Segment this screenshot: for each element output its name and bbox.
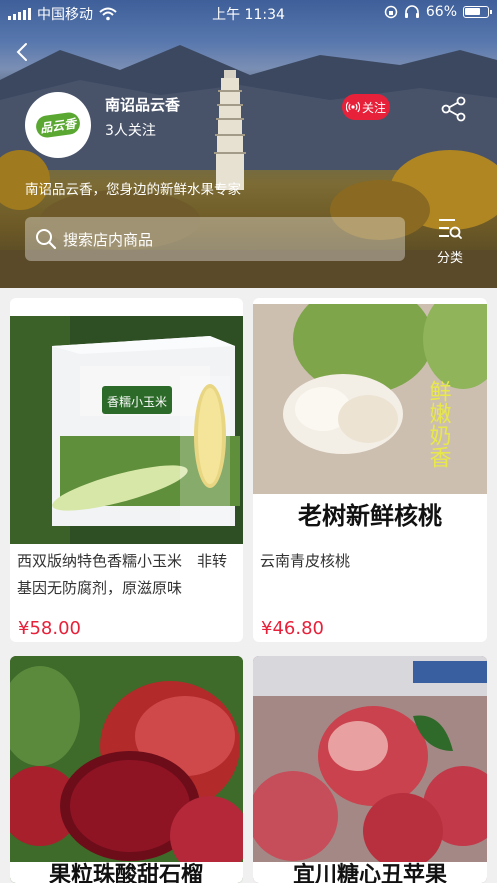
product-card[interactable]: 香糯小玉米 西双版纳特色香糯小玉米 非转基因无防腐剂，原滋原味 ¥58.00: [10, 298, 243, 642]
headphones-icon: [404, 5, 419, 18]
share-icon[interactable]: [441, 96, 467, 122]
category-label: 分类: [436, 251, 463, 266]
product-image: 宜川糖心丑苹果: [253, 656, 487, 883]
category-list-icon: [439, 219, 462, 239]
product-card[interactable]: 宜川糖心丑苹果: [253, 656, 487, 883]
follow-label: 关注: [361, 100, 386, 115]
product-image: 鲜嫩奶香 老树新鲜核桃: [253, 304, 487, 532]
follower-count: 3人关注: [105, 123, 156, 139]
battery-percent: 66%: [425, 4, 457, 20]
product-image: 香糯小玉米: [10, 316, 243, 544]
search-icon: [36, 229, 57, 250]
broadcast-icon: [345, 101, 360, 113]
walnut-tagline: 鲜嫩奶香: [426, 380, 452, 468]
product-price: ¥58.00: [18, 618, 81, 639]
back-button[interactable]: [10, 38, 34, 66]
search-placeholder: 搜索店内商品: [63, 230, 154, 249]
follow-button[interactable]: 关注: [342, 94, 390, 120]
product-image: 果粒珠酸甜石榴: [10, 656, 243, 883]
product-title: 云南青皮核桃: [260, 552, 351, 570]
product-price: ¥46.80: [261, 618, 324, 639]
shop-slogan: 南诏品云香，您身边的新鲜水果专家: [25, 182, 241, 198]
corn-box-label: 香糯小玉米: [107, 395, 167, 409]
status-bar: 中国移动 上午 11:34 66%: [0, 0, 497, 26]
product-title: 西双版纳特色香糯小玉米 非转基因无防腐剂，原滋原味: [17, 552, 228, 597]
shop-logo-mark: 品云香: [34, 111, 82, 139]
rotation-lock-icon: [384, 5, 398, 19]
apple-caption: 宜川糖心丑苹果: [293, 862, 447, 883]
product-card[interactable]: 鲜嫩奶香 老树新鲜核桃 云南青皮核桃 ¥46.80: [253, 298, 487, 642]
walnut-caption: 老树新鲜核桃: [298, 501, 442, 530]
shop-name: 南诏品云香: [105, 96, 181, 114]
shop-logo: 品云香: [25, 92, 91, 158]
battery-icon: [463, 6, 492, 18]
category-button[interactable]: 分类: [428, 216, 472, 266]
pomegranate-caption: 果粒珠酸甜石榴: [49, 862, 203, 883]
product-card[interactable]: 果粒珠酸甜石榴: [10, 656, 243, 883]
search-input[interactable]: 搜索店内商品: [25, 217, 405, 261]
